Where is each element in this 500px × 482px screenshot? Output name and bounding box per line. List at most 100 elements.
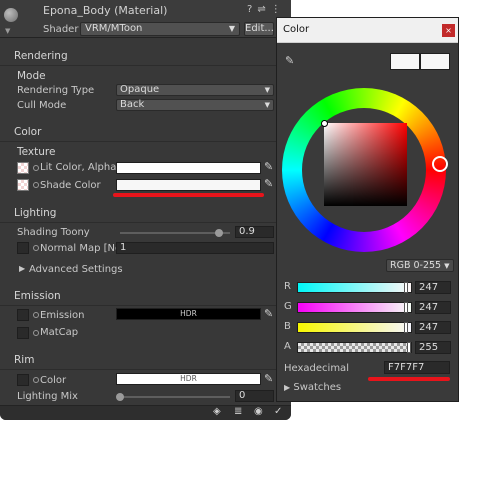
layers-icon[interactable]: ≣: [234, 406, 242, 417]
advanced-settings-foldout[interactable]: Advanced Settings: [29, 264, 123, 275]
chevron-right-icon[interactable]: ▶: [19, 264, 25, 273]
shader-value: VRM/MToon: [85, 23, 143, 34]
color-mode-value: RGB 0-255: [390, 260, 442, 271]
object-picker-dot-icon[interactable]: [33, 245, 39, 251]
hexadecimal-label: Hexadecimal: [284, 363, 349, 374]
previous-color-swatch[interactable]: [390, 53, 420, 70]
channel-b-label: B: [284, 321, 291, 332]
cull-mode-value: Back: [120, 99, 145, 110]
swatches-foldout[interactable]: ▶ Swatches: [284, 382, 341, 393]
cull-mode-label: Cull Mode: [17, 100, 67, 111]
lighting-mix-slider[interactable]: [120, 396, 230, 398]
saturation-value-square[interactable]: [324, 123, 407, 206]
chevron-down-icon: ▼: [264, 101, 270, 109]
lit-texture-thumbnail[interactable]: [17, 162, 29, 174]
current-color-swatch: [420, 53, 450, 70]
object-picker-dot-icon[interactable]: [33, 182, 39, 188]
shading-toony-slider[interactable]: [120, 232, 230, 234]
cull-mode-dropdown[interactable]: Back ▼: [116, 99, 274, 111]
channel-r-field[interactable]: 247: [415, 281, 451, 294]
shader-dropdown[interactable]: VRM/MToon ▼: [80, 22, 240, 36]
matcap-texture-thumbnail[interactable]: [17, 327, 29, 339]
color-window-title: Color: [283, 24, 310, 35]
color-window-titlebar[interactable]: Color ×: [277, 18, 458, 43]
hdr-label: HDR: [180, 374, 197, 383]
eyedropper-icon[interactable]: ✎: [264, 372, 273, 385]
matcap-label: MatCap: [40, 327, 79, 338]
object-picker-dot-icon[interactable]: [33, 312, 39, 318]
section-emission: Emission: [14, 290, 61, 302]
emission-texture-thumbnail[interactable]: [17, 309, 29, 321]
more-menu-icon[interactable]: ⋮: [271, 4, 281, 15]
channel-b-field[interactable]: 247: [415, 321, 451, 334]
foldout-arrow-icon[interactable]: ▼: [5, 27, 10, 35]
lighting-mix-label: Lighting Mix: [17, 391, 78, 402]
object-picker-dot-icon[interactable]: [33, 377, 39, 383]
eyedropper-icon[interactable]: ✎: [264, 307, 273, 320]
eyedropper-icon[interactable]: ✎: [264, 177, 273, 190]
shading-toony-slider-handle[interactable]: [215, 229, 223, 237]
lighting-mix-slider-handle[interactable]: [116, 393, 124, 401]
saturation-value-handle[interactable]: [321, 120, 328, 127]
color-mode-dropdown[interactable]: RGB 0-255 ▼: [386, 259, 454, 272]
chevron-down-icon: ▼: [228, 24, 235, 33]
help-icon[interactable]: ?: [247, 4, 252, 15]
rim-color-label: Color: [40, 375, 67, 386]
hexadecimal-input[interactable]: F7F7F7: [384, 361, 450, 374]
channel-a-field[interactable]: 255: [415, 341, 451, 354]
eyedropper-icon[interactable]: ✎: [285, 54, 294, 67]
eyedropper-icon[interactable]: ✎: [264, 160, 273, 173]
material-debug-icon[interactable]: ◈: [213, 406, 221, 417]
shade-color-label: Shade Color: [40, 180, 101, 191]
color-picker-window: Color × ✎ RGB 0-255 ▼ R 247 G 247 B 247 …: [276, 17, 459, 402]
divider: [0, 222, 291, 223]
divider: [0, 369, 291, 370]
section-lighting: Lighting: [14, 207, 57, 219]
channel-g-label: G: [284, 301, 292, 312]
close-icon[interactable]: ×: [442, 24, 455, 37]
section-rim: Rim: [14, 354, 35, 366]
normal-map-scale-field[interactable]: 1: [116, 242, 274, 254]
emission-color-swatch[interactable]: HDR: [116, 308, 261, 320]
rim-texture-thumbnail[interactable]: [17, 374, 29, 386]
divider: [0, 305, 291, 306]
channel-a-slider[interactable]: [297, 342, 412, 353]
highlight-underline: [113, 193, 264, 197]
lighting-mix-field[interactable]: 0: [235, 390, 274, 402]
channel-a-slider-handle[interactable]: [407, 342, 411, 353]
edit-shader-button[interactable]: Edit...: [244, 22, 274, 36]
check-icon[interactable]: ✓: [274, 406, 282, 417]
divider: [0, 65, 291, 66]
lit-color-swatch[interactable]: [116, 162, 261, 174]
shader-label: Shader: [43, 24, 79, 35]
channel-r-label: R: [284, 281, 291, 292]
shade-texture-thumbnail[interactable]: [17, 179, 29, 191]
preset-icon[interactable]: ⇌: [257, 4, 265, 15]
shading-toony-field[interactable]: 0.9: [235, 226, 274, 238]
channel-r-slider-handle[interactable]: [403, 282, 408, 293]
normal-map-thumbnail[interactable]: [17, 242, 29, 254]
section-color: Color: [14, 126, 42, 138]
lit-color-label: Lit Color, Alpha: [40, 162, 117, 173]
shade-color-swatch[interactable]: [116, 179, 261, 191]
inspector-header: ▼ Epona_Body (Material) ? ⇌ ⋮ Shader VRM…: [0, 0, 291, 38]
channel-g-slider-handle[interactable]: [403, 302, 408, 313]
swatches-label: Swatches: [293, 382, 342, 393]
channel-r-slider[interactable]: [297, 282, 412, 293]
object-picker-dot-icon[interactable]: [33, 165, 39, 171]
channel-b-slider[interactable]: [297, 322, 412, 333]
rendering-type-dropdown[interactable]: Opaque ▼: [116, 84, 274, 96]
rendering-type-label: Rendering Type: [17, 85, 95, 96]
material-inspector: ▼ Epona_Body (Material) ? ⇌ ⋮ Shader VRM…: [0, 0, 291, 420]
hue-handle[interactable]: [432, 156, 448, 172]
material-icon: [4, 8, 18, 22]
rim-color-swatch[interactable]: HDR: [116, 373, 261, 385]
material-title: Epona_Body (Material): [43, 4, 168, 17]
object-picker-dot-icon[interactable]: [33, 330, 39, 336]
channel-g-slider[interactable]: [297, 302, 412, 313]
channel-g-field[interactable]: 247: [415, 301, 451, 314]
chevron-down-icon: ▼: [264, 86, 270, 94]
channel-b-slider-handle[interactable]: [403, 322, 408, 333]
normal-map-label: Normal Map [Non: [40, 243, 128, 254]
visibility-icon[interactable]: ◉: [254, 406, 263, 417]
